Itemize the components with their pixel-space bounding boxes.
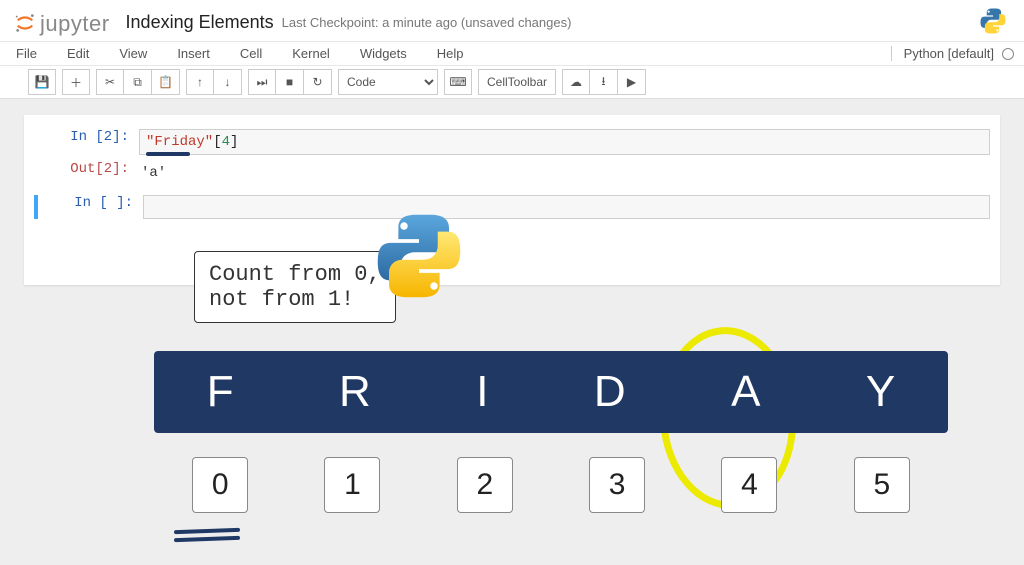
cell-out-2: Out[2]: 'a' bbox=[34, 161, 990, 185]
plus-icon: ＋ bbox=[70, 74, 82, 91]
run-button[interactable]: ⏭ bbox=[248, 69, 276, 95]
step-icon: ⏭ bbox=[257, 75, 268, 90]
arrow-up-icon: ↑ bbox=[197, 75, 203, 89]
letter-5: Y bbox=[866, 367, 895, 417]
celltype-select[interactable]: Code bbox=[338, 69, 438, 95]
arrow-down-icon: ↓ bbox=[225, 75, 231, 89]
notebook-header: jupyter Indexing Elements Last Checkpoin… bbox=[0, 0, 1024, 41]
paste-button[interactable]: 📋 bbox=[152, 69, 180, 95]
cell-toolbar-button[interactable]: CellToolbar bbox=[478, 69, 556, 95]
notebook-title[interactable]: Indexing Elements bbox=[126, 12, 274, 33]
move-up-button[interactable]: ↑ bbox=[186, 69, 214, 95]
checkpoint-text: Last Checkpoint: a minute ago (unsaved c… bbox=[282, 15, 572, 30]
tip-line-1: Count from 0, bbox=[209, 262, 381, 287]
command-palette-button[interactable]: ⌨ bbox=[444, 69, 472, 95]
letter-1: R bbox=[339, 367, 371, 417]
cell-in-blank[interactable]: In [ ]: bbox=[34, 195, 990, 219]
code-input-blank[interactable] bbox=[143, 195, 990, 219]
keyboard-icon: ⌨ bbox=[449, 75, 466, 89]
stop-icon: ■ bbox=[286, 75, 293, 89]
menu-widgets[interactable]: Widgets bbox=[360, 46, 407, 61]
move-down-button[interactable]: ↓ bbox=[214, 69, 242, 95]
index-2: 2 bbox=[457, 457, 513, 513]
download-button[interactable]: ☁ bbox=[562, 69, 590, 95]
menu-help[interactable]: Help bbox=[437, 46, 464, 61]
copy-button[interactable]: ⧉ bbox=[124, 69, 152, 95]
restart-button[interactable]: ↻ bbox=[304, 69, 332, 95]
save-button[interactable]: 💾 bbox=[28, 69, 56, 95]
jupyter-text: jupyter bbox=[40, 11, 110, 37]
refresh-icon: ↻ bbox=[312, 75, 322, 89]
save-icon: 💾 bbox=[35, 75, 50, 89]
tip-line-2: not from 1! bbox=[209, 287, 381, 312]
index-3: 3 bbox=[589, 457, 645, 513]
prompt-in-blank: In [ ]: bbox=[38, 195, 143, 219]
paste-icon: 📋 bbox=[158, 75, 173, 89]
cut-icon: ✂ bbox=[105, 75, 115, 89]
emphasis-underline bbox=[146, 152, 190, 156]
indexing-diagram: F R I D A Y 0 1 2 3 4 5 bbox=[24, 335, 1000, 565]
cell-in-2[interactable]: In [2]: "Friday"[4] bbox=[34, 129, 990, 155]
python-snake-icon bbox=[374, 211, 464, 304]
kernel-name[interactable]: Python [default] bbox=[904, 46, 994, 61]
jupyter-logo: jupyter bbox=[14, 10, 110, 36]
letter-2: I bbox=[476, 367, 488, 417]
open-icon: ⭳ bbox=[601, 72, 605, 93]
menubar: File Edit View Insert Cell Kernel Widget… bbox=[0, 41, 1024, 66]
menu-edit[interactable]: Edit bbox=[67, 46, 89, 61]
menu-view[interactable]: View bbox=[119, 46, 147, 61]
letter-3: D bbox=[594, 367, 626, 417]
play-icon: ▶ bbox=[627, 75, 636, 89]
cloud-download-icon: ☁ bbox=[570, 75, 582, 89]
letters-bar: F R I D A Y bbox=[154, 351, 948, 433]
notebook-area: In [2]: "Friday"[4] Out[2]: 'a' In [ ]: … bbox=[24, 115, 1000, 285]
code-input-2[interactable]: "Friday"[4] bbox=[139, 129, 990, 155]
letter-4: A bbox=[731, 367, 760, 417]
jupyter-orb-icon bbox=[14, 12, 36, 34]
cut-button[interactable]: ✂ bbox=[96, 69, 124, 95]
prompt-in-2: In [2]: bbox=[34, 129, 139, 155]
index-4: 4 bbox=[721, 457, 777, 513]
prompt-out-2: Out[2]: bbox=[34, 161, 139, 185]
index-0: 0 bbox=[192, 457, 248, 513]
open-button[interactable]: ⭳ bbox=[590, 69, 618, 95]
add-cell-button[interactable]: ＋ bbox=[62, 69, 90, 95]
tip-callout: Count from 0, not from 1! bbox=[194, 251, 396, 323]
kernel-status-icon bbox=[1002, 48, 1014, 60]
zero-underline bbox=[174, 525, 240, 541]
menu-cell[interactable]: Cell bbox=[240, 46, 262, 61]
letter-0: F bbox=[207, 367, 234, 417]
menu-kernel[interactable]: Kernel bbox=[292, 46, 330, 61]
slideshow-button[interactable]: ▶ bbox=[618, 69, 646, 95]
index-1: 1 bbox=[324, 457, 380, 513]
python-logo-icon bbox=[978, 6, 1008, 39]
index-row: 0 1 2 3 4 5 bbox=[154, 457, 948, 513]
menu-insert[interactable]: Insert bbox=[177, 46, 210, 61]
output-2: 'a' bbox=[139, 161, 990, 185]
stop-button[interactable]: ■ bbox=[276, 69, 304, 95]
toolbar: 💾 ＋ ✂ ⧉ 📋 ↑ ↓ ⏭ ■ ↻ Code ⌨ CellToolbar ☁… bbox=[0, 66, 1024, 99]
copy-icon: ⧉ bbox=[133, 75, 142, 90]
index-5: 5 bbox=[854, 457, 910, 513]
menu-file[interactable]: File bbox=[16, 46, 37, 61]
